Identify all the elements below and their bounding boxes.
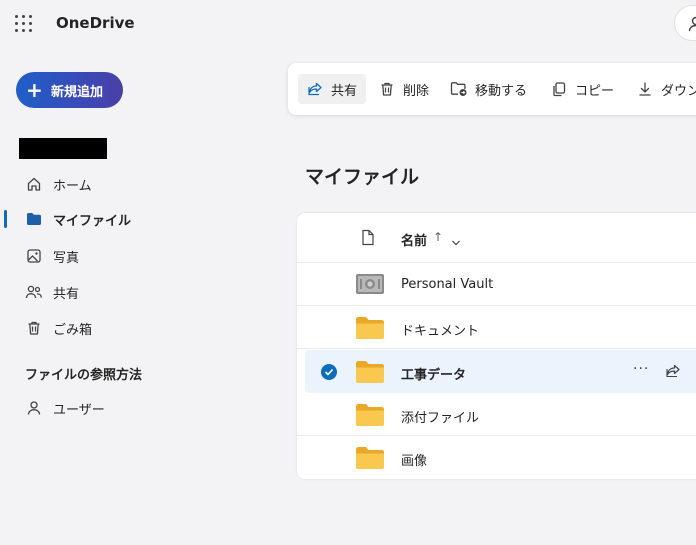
sidebar-item-recycle-bin[interactable]: ごみ箱 bbox=[0, 312, 260, 344]
trash-icon bbox=[25, 319, 43, 337]
share-icon[interactable] bbox=[665, 363, 681, 383]
file-name[interactable]: ドキュメント bbox=[401, 320, 479, 339]
app-brand[interactable]: OneDrive bbox=[56, 14, 135, 32]
new-button-label: 新規追加 bbox=[51, 84, 104, 100]
share-button[interactable]: 共有 bbox=[298, 74, 366, 104]
file-name[interactable]: Personal Vault bbox=[401, 277, 493, 292]
delete-button-label: 削除 bbox=[403, 83, 430, 99]
account-button[interactable] bbox=[674, 5, 696, 41]
people-icon bbox=[25, 283, 43, 301]
folder-icon bbox=[355, 403, 385, 431]
page-title: マイファイル bbox=[305, 166, 420, 188]
sidebar-item-people[interactable]: ユーザー bbox=[0, 392, 260, 424]
sidebar-item-home[interactable]: ホーム bbox=[0, 168, 260, 200]
redacted-account-name bbox=[19, 138, 107, 159]
copy-button-label: コピー bbox=[575, 83, 615, 99]
more-options-icon[interactable]: ··· bbox=[633, 361, 649, 377]
folder-move-icon bbox=[450, 80, 468, 98]
file-list: 名前 ↑ Personal Vault ドキュメント 工事データ ··· 添付フ… bbox=[297, 213, 696, 479]
copy-button[interactable]: コピー bbox=[542, 74, 622, 104]
list-item-selected[interactable]: 工事データ ··· bbox=[305, 350, 696, 393]
column-header-name[interactable]: 名前 bbox=[401, 230, 427, 249]
image-icon bbox=[25, 247, 43, 265]
sidebar-item-label: マイファイル bbox=[53, 213, 132, 229]
checkmark-icon[interactable] bbox=[321, 364, 337, 380]
folder-icon bbox=[355, 446, 385, 474]
browse-section-title: ファイルの参照方法 bbox=[25, 368, 143, 383]
download-icon bbox=[636, 80, 654, 98]
folder-icon bbox=[355, 316, 385, 344]
list-header: 名前 ↑ bbox=[297, 213, 696, 263]
sidebar-item-shared[interactable]: 共有 bbox=[0, 276, 260, 308]
share-button-label: 共有 bbox=[331, 83, 358, 99]
list-item[interactable]: Personal Vault bbox=[297, 263, 696, 306]
delete-button[interactable]: 削除 bbox=[370, 74, 437, 104]
sidebar-item-label: ホーム bbox=[53, 178, 92, 194]
sidebar-item-label: ユーザー bbox=[53, 402, 105, 418]
list-item[interactable]: 添付ファイル bbox=[297, 393, 696, 436]
download-button-label: ダウン bbox=[661, 83, 696, 99]
new-button[interactable]: + 新規追加 bbox=[16, 72, 123, 108]
sort-ascending-icon[interactable]: ↑ bbox=[433, 230, 443, 244]
download-button[interactable]: ダウン bbox=[628, 74, 696, 104]
sidebar-item-photos[interactable]: 写真 bbox=[0, 240, 260, 272]
file-type-icon[interactable] bbox=[361, 229, 375, 250]
trash-icon bbox=[378, 80, 396, 98]
app-launcher-icon[interactable] bbox=[14, 14, 34, 34]
share-icon bbox=[306, 80, 324, 98]
file-name[interactable]: 画像 bbox=[401, 450, 427, 469]
plus-icon: + bbox=[26, 78, 43, 102]
folder-icon bbox=[25, 210, 43, 228]
vault-icon bbox=[355, 273, 385, 299]
command-bar: 共有 削除 移動する コピー ダウン bbox=[288, 63, 696, 115]
sidebar-item-label: 共有 bbox=[53, 286, 80, 302]
list-item[interactable]: 画像 bbox=[297, 436, 696, 479]
move-button-label: 移動する bbox=[475, 83, 528, 99]
file-name[interactable]: 工事データ bbox=[401, 364, 466, 383]
folder-icon bbox=[355, 360, 385, 388]
chevron-down-icon[interactable] bbox=[451, 232, 461, 251]
home-icon bbox=[25, 175, 43, 193]
person-icon bbox=[688, 16, 696, 32]
sidebar-item-label: 写真 bbox=[53, 250, 80, 266]
file-name[interactable]: 添付ファイル bbox=[401, 407, 479, 426]
person-icon bbox=[25, 399, 43, 417]
copy-icon bbox=[550, 80, 568, 98]
list-item[interactable]: ドキュメント bbox=[297, 306, 696, 349]
sidebar-item-my-files[interactable]: マイファイル bbox=[0, 203, 260, 235]
move-button[interactable]: 移動する bbox=[442, 74, 535, 104]
sidebar-item-label: ごみ箱 bbox=[53, 322, 93, 338]
